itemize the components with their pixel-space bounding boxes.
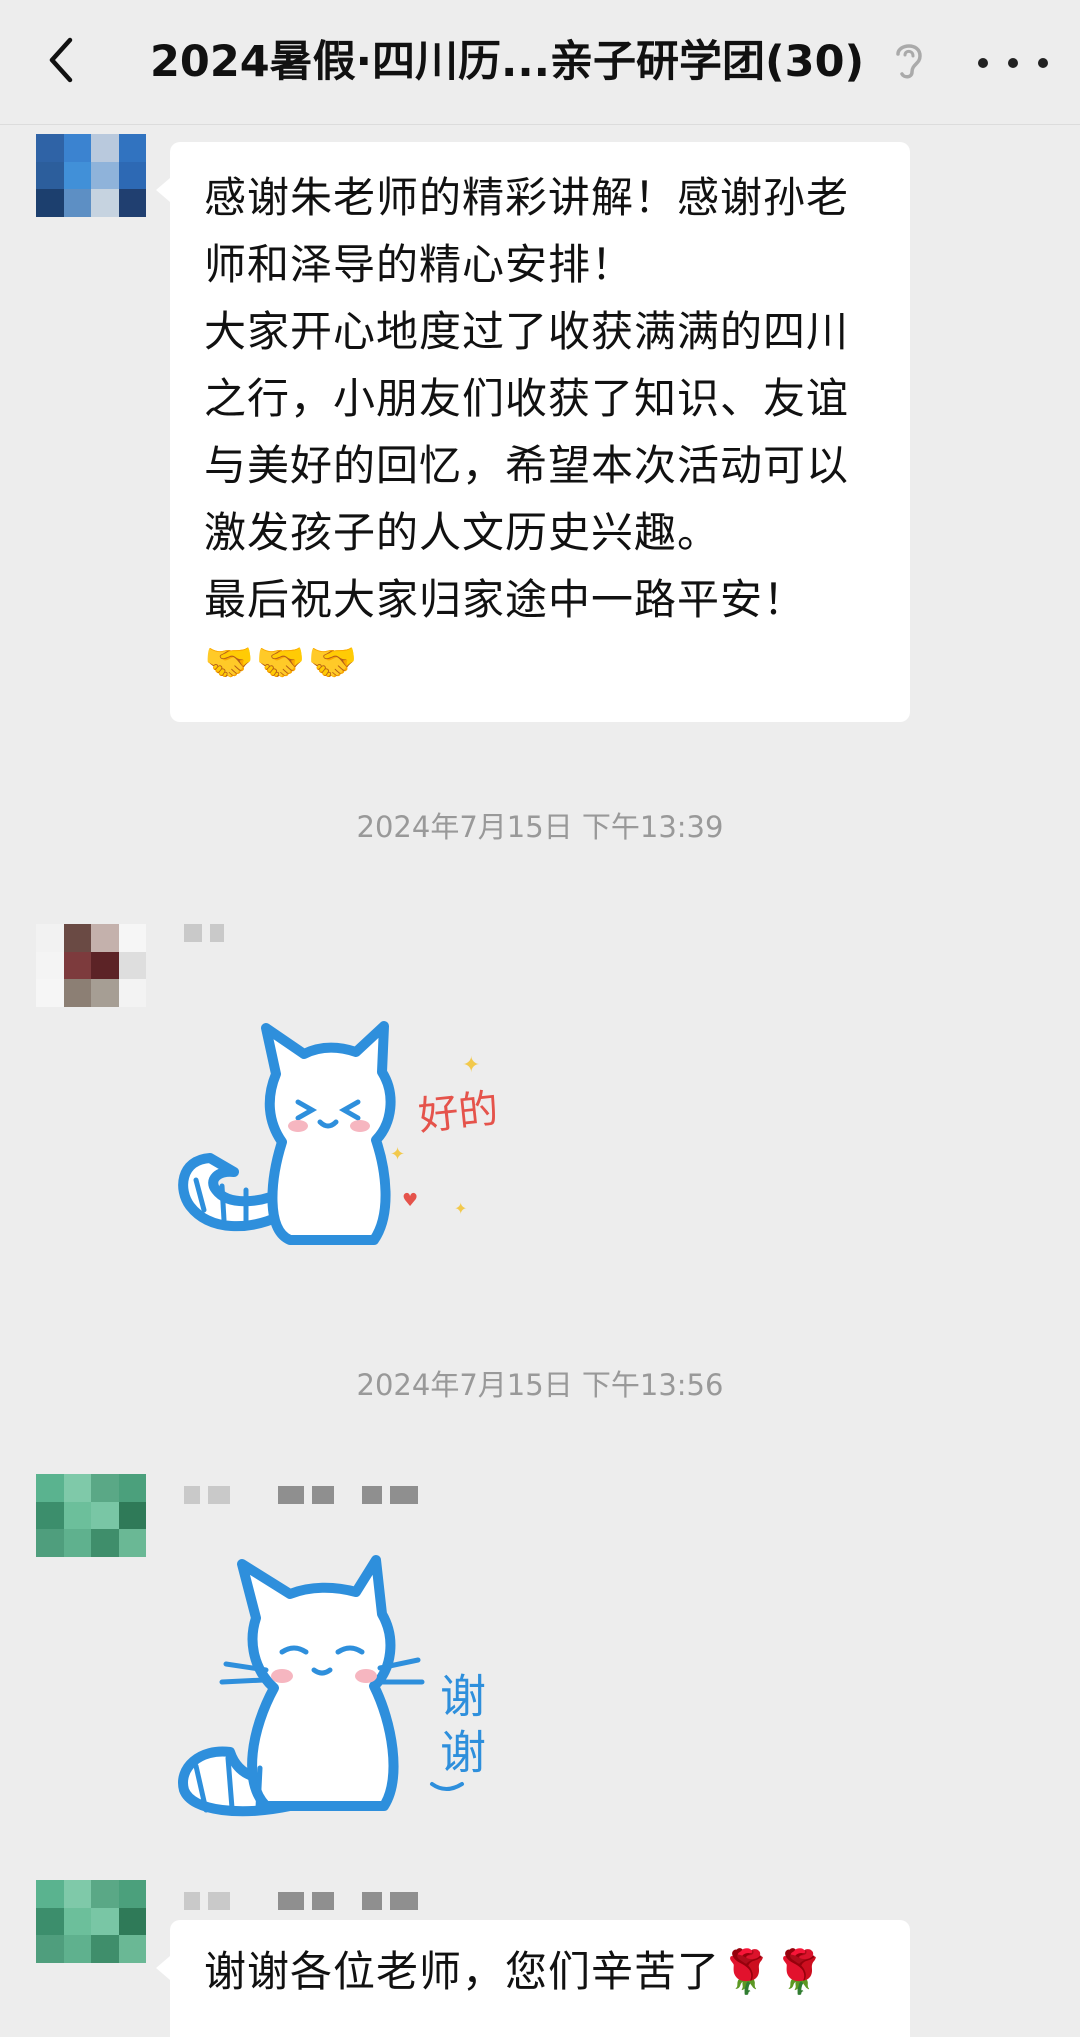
- message-bubble[interactable]: 谢谢各位老师，您们辛苦了🌹🌹: [156, 1920, 910, 2037]
- sticker-text: 好的: [416, 1086, 500, 1140]
- avatar[interactable]: [36, 1474, 146, 1584]
- message-text: 谢谢各位老师，您们辛苦了🌹🌹: [204, 1947, 827, 1996]
- message-text: 感谢朱老师的精彩讲解！感谢孙老 师和泽导的精心安排！ 大家开心地度过了收获满满的…: [204, 173, 850, 624]
- chevron-left-icon[interactable]: [34, 30, 94, 90]
- timestamp: 2024年7月15日 下午13:39: [356, 810, 724, 844]
- handshake-emoji: 🤝🤝🤝: [204, 640, 360, 686]
- message-bubble[interactable]: 感谢朱老师的精彩讲解！感谢孙老 师和泽导的精心安排！ 大家开心地度过了收获满满的…: [156, 142, 910, 722]
- sticker-text: 谢谢: [433, 1672, 487, 1784]
- svg-text:✦: ✦: [454, 1199, 467, 1218]
- ok-cat-sticker[interactable]: 好的 ✦ ✦ ✦ ♥: [170, 1010, 500, 1250]
- ear-icon: [896, 44, 922, 79]
- thanks-cat-sticker[interactable]: 谢谢: [170, 1552, 500, 1820]
- more-dots-icon[interactable]: [974, 44, 1054, 80]
- avatar[interactable]: [36, 924, 146, 1034]
- chat-title[interactable]: 2024暑假·四川历...亲子研学团(30): [150, 32, 864, 92]
- svg-text:♥: ♥: [402, 1190, 418, 1211]
- avatar[interactable]: [36, 134, 146, 244]
- svg-text:✦: ✦: [462, 1053, 480, 1078]
- sender-name: [184, 1888, 418, 1914]
- avatar[interactable]: [36, 1880, 146, 1990]
- sender-name: [184, 920, 224, 946]
- chat-header: 2024暑假·四川历...亲子研学团(30): [0, 0, 1080, 125]
- timestamp: 2024年7月15日 下午13:56: [356, 1368, 724, 1402]
- svg-text:✦: ✦: [390, 1144, 405, 1165]
- sender-name: [184, 1482, 418, 1508]
